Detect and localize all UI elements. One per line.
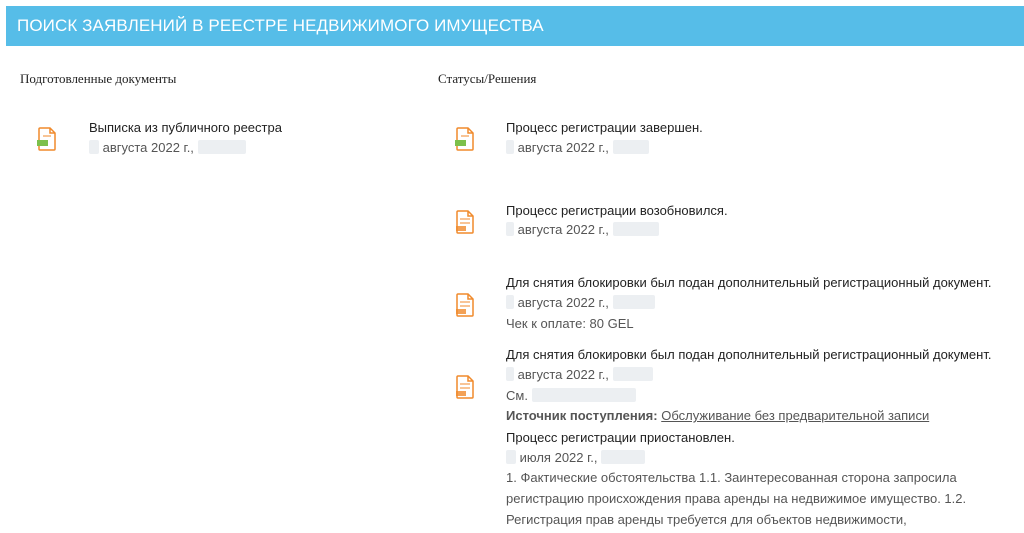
redacted-day [506,140,514,154]
source-label: Источник поступления: [506,408,658,423]
statuses-title: Статусы/Решения [438,71,537,86]
status-date-text: августа 2022 г., [517,367,609,382]
prepared-item-date-text: августа 2022 г., [102,140,194,155]
suspended-date-text: июля 2022 г., [519,450,598,465]
status-date: августа 2022 г., [506,367,653,382]
redacted-time [612,295,655,309]
pdf-document-icon[interactable] [455,293,475,317]
source-link[interactable]: Обслуживание без предварительной записи [661,408,929,423]
status-date-text: августа 2022 г., [517,140,613,155]
prepared-item-title[interactable]: Выписка из публичного реестра [89,120,282,135]
pdf-document-icon[interactable] [37,127,57,151]
redacted-day [89,140,99,154]
status-date: августа 2022 г., [506,222,659,237]
page-title: ПОИСК ЗАЯВЛЕНИЙ В РЕЕСТРЕ НЕДВИЖИМОГО ИМ… [17,16,544,35]
reference-number: См. [506,388,636,403]
pdf-document-icon[interactable] [455,375,475,399]
prepared-documents-title: Подготовленные документы [20,71,177,86]
redacted-reference [531,388,636,402]
reference-label: См. [506,388,528,403]
status-date-text: августа 2022 г., [517,222,609,237]
redacted-day [506,222,514,236]
redacted-time [612,367,653,381]
redacted-time [601,450,646,464]
redacted-time [612,140,649,154]
prepared-item-date: августа 2022 г., [89,140,246,155]
pdf-document-icon[interactable] [455,127,475,151]
status-date-text: августа 2022 г., [517,295,609,310]
status-date: августа 2022 г., [506,295,655,310]
redacted-day [506,295,514,309]
status-date: августа 2022 г., [506,140,649,155]
redacted-time [612,222,659,236]
suspended-title: Процесс регистрации приостановлен. [506,430,735,445]
source-row: Источник поступления: Обслуживание без п… [506,408,929,423]
status-title: Процесс регистрации возобновился. [506,203,728,218]
payment-check: Чек к оплате: 80 GEL [506,316,634,331]
status-title: Для снятия блокировки был подан дополнит… [506,347,992,362]
page-header: ПОИСК ЗАЯВЛЕНИЙ В РЕЕСТРЕ НЕДВИЖИМОГО ИМ… [6,6,1024,46]
redacted-time [197,140,246,154]
status-title: Для снятия блокировки был подан дополнит… [506,275,992,290]
suspension-reason-text: 1. Фактические обстоятельства 1.1. Заинт… [506,470,967,527]
suspended-date: июля 2022 г., [506,450,646,465]
redacted-day [506,450,516,464]
pdf-document-icon[interactable] [455,210,475,234]
status-title: Процесс регистрации завершен. [506,120,703,135]
redacted-day [506,367,514,381]
